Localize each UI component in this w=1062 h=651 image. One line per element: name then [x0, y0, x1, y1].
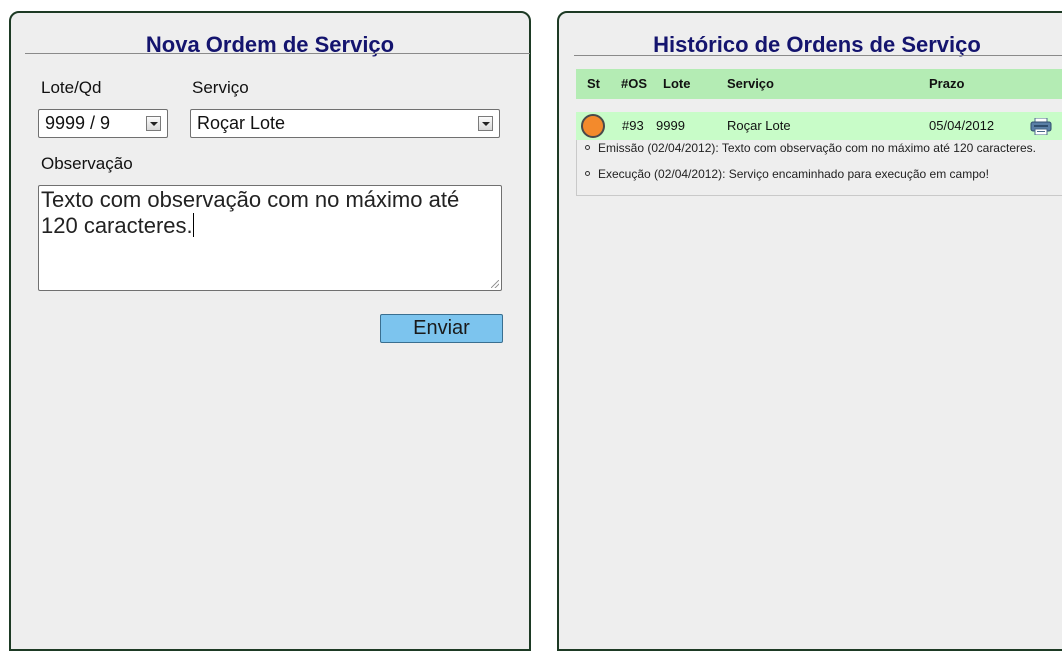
title-divider	[574, 55, 1062, 56]
column-header-prazo: Prazo	[929, 76, 965, 91]
column-header-os: #OS	[621, 76, 648, 91]
order-notes: Emissão (02/04/2012): Texto com observaç…	[576, 140, 1062, 196]
servico-value: Roçar Lote	[727, 118, 791, 133]
servico-select[interactable]: Roçar Lote	[190, 109, 500, 138]
new-service-order-panel: Nova Ordem de Serviço Lote/Qd Serviço 99…	[9, 11, 531, 651]
servico-label: Serviço	[192, 78, 249, 97]
column-header-lote: Lote	[663, 76, 691, 91]
chevron-down-icon[interactable]	[478, 116, 493, 131]
prazo-value: 05/04/2012	[929, 118, 995, 133]
list-item: Execução (02/04/2012): Serviço encaminha…	[585, 168, 1062, 180]
note-emissao: Emissão (02/04/2012): Texto com observaç…	[598, 141, 1036, 155]
chevron-down-icon[interactable]	[146, 116, 161, 131]
servico-select-value: Roçar Lote	[197, 113, 286, 133]
column-header-st: St	[587, 76, 600, 91]
lote-select-value: 9999 / 9	[45, 113, 111, 133]
service-order-history-panel: Histórico de Ordens de Serviço St #OS Lo…	[557, 11, 1062, 651]
list-item: Emissão (02/04/2012): Texto com observaç…	[585, 142, 1062, 154]
observacao-label: Observação	[41, 154, 133, 173]
enviar-button[interactable]: Enviar	[380, 314, 503, 343]
observacao-textarea[interactable]: Texto com observação com no máximo até 1…	[38, 185, 502, 291]
lote-label: Lote/Qd	[41, 78, 102, 97]
status-indicator-icon	[581, 114, 605, 138]
column-header-servico: Serviço	[727, 76, 774, 91]
new-order-title: Nova Ordem de Serviço	[145, 32, 395, 57]
lote-select[interactable]: 9999 / 9	[38, 109, 168, 138]
text-cursor	[192, 213, 194, 237]
resize-grip-icon[interactable]	[491, 280, 499, 288]
note-execucao: Execução (02/04/2012): Serviço encaminha…	[598, 167, 989, 181]
bullet-icon	[585, 145, 590, 150]
lote-value: 9999	[656, 118, 685, 133]
bullet-icon	[585, 171, 590, 176]
title-divider	[25, 53, 530, 54]
table-header-row: St #OS Lote Serviço Prazo	[576, 69, 1062, 99]
table-row[interactable]: #93 9999 Roçar Lote 05/04/2012	[576, 112, 1062, 140]
os-number: #93	[622, 118, 644, 133]
printer-icon[interactable]	[1030, 118, 1052, 135]
observacao-text: Texto com observação com no máximo até 1…	[41, 187, 460, 238]
